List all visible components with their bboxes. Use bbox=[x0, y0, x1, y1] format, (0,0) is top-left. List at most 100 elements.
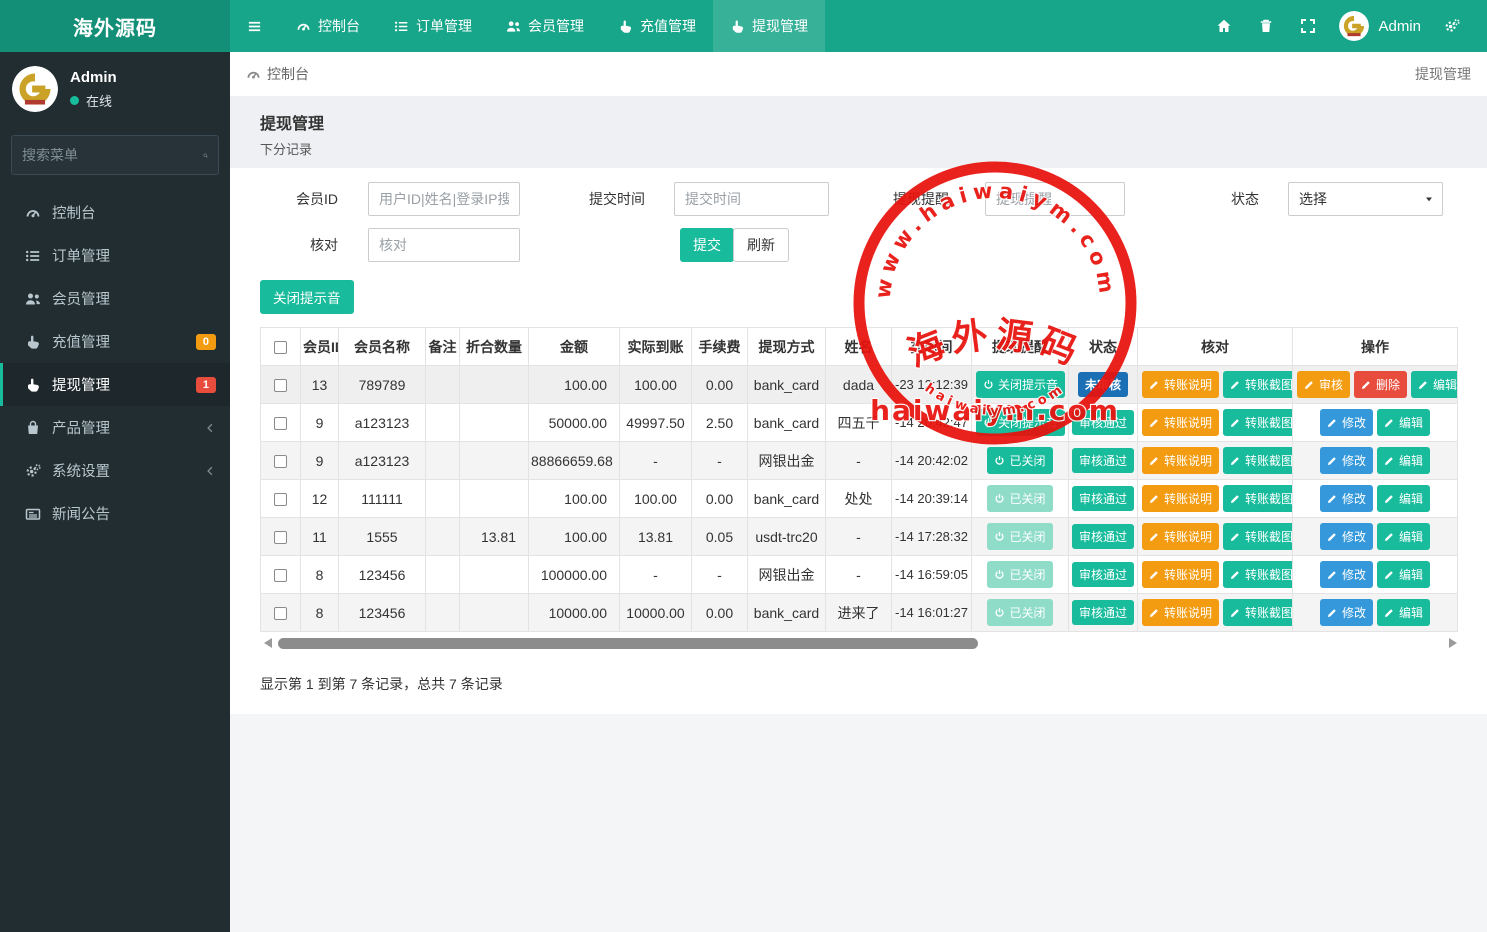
pencil-icon bbox=[1149, 493, 1160, 504]
col-remark: 备注 bbox=[425, 327, 460, 366]
status-select[interactable]: 选择 bbox=[1288, 182, 1443, 216]
audit-button[interactable]: 审核 bbox=[1297, 371, 1351, 398]
home-icon[interactable] bbox=[1216, 18, 1232, 34]
modify-button[interactable]: 修改 bbox=[1319, 561, 1373, 588]
transfer-screenshot-button[interactable]: 转账截图 bbox=[1223, 485, 1292, 512]
col-remind: 提现提醒 bbox=[971, 327, 1069, 366]
hand-icon bbox=[618, 19, 633, 34]
remind-button[interactable]: 已关闭 bbox=[987, 561, 1053, 588]
horizontal-scrollbar bbox=[260, 637, 1457, 650]
mute-sound-button[interactable]: 关闭提示音 bbox=[260, 280, 354, 314]
remind-button[interactable]: 关闭提示音 bbox=[976, 409, 1066, 436]
nav-item-dashboard[interactable]: 控制台 bbox=[279, 0, 377, 52]
sidebar-item-recharge[interactable]: 充值管理 0 bbox=[0, 320, 230, 363]
sidebar-item-withdraw[interactable]: 提现管理 1 bbox=[0, 363, 230, 406]
pencil-icon bbox=[1327, 417, 1338, 428]
power-icon bbox=[994, 569, 1005, 580]
hand-icon bbox=[25, 334, 41, 350]
transfer-note-button[interactable]: 转账说明 bbox=[1142, 447, 1220, 474]
member-id-input[interactable] bbox=[368, 182, 520, 216]
sidebar-item-orders[interactable]: 订单管理 bbox=[0, 234, 230, 277]
sidebar-toggle-button[interactable] bbox=[230, 0, 279, 52]
scroll-left-arrow[interactable] bbox=[264, 638, 272, 648]
modify-button[interactable]: 修改 bbox=[1319, 485, 1373, 512]
submit-time-input[interactable] bbox=[674, 182, 829, 216]
power-icon bbox=[994, 493, 1005, 504]
remind-button[interactable]: 已关闭 bbox=[987, 523, 1053, 550]
row-checkbox[interactable] bbox=[274, 531, 287, 545]
transfer-note-button[interactable]: 转账说明 bbox=[1142, 599, 1220, 626]
remind-button[interactable]: 已关闭 bbox=[987, 447, 1053, 474]
select-all-checkbox[interactable] bbox=[274, 341, 287, 355]
chevron-left-icon bbox=[204, 465, 216, 477]
transfer-note-button[interactable]: 转账说明 bbox=[1142, 523, 1220, 550]
scroll-right-arrow[interactable] bbox=[1449, 638, 1457, 648]
scrollbar-thumb[interactable] bbox=[278, 638, 978, 649]
transfer-note-button[interactable]: 转账说明 bbox=[1142, 371, 1220, 398]
row-checkbox[interactable] bbox=[274, 379, 287, 393]
sidebar-item-products[interactable]: 产品管理 bbox=[0, 406, 230, 449]
modify-button[interactable]: 修改 bbox=[1319, 599, 1373, 626]
gauge-icon bbox=[25, 205, 41, 221]
refresh-button[interactable]: 刷新 bbox=[733, 228, 789, 262]
trash-icon[interactable] bbox=[1258, 18, 1274, 34]
edit-button[interactable]: 编辑 bbox=[1411, 371, 1457, 398]
submit-button[interactable]: 提交 bbox=[680, 228, 734, 262]
pencil-icon bbox=[1361, 379, 1372, 390]
edit-button[interactable]: 编辑 bbox=[1377, 599, 1431, 626]
breadcrumb: 控制台 提现管理 bbox=[230, 52, 1487, 96]
transfer-screenshot-button[interactable]: 转账截图 bbox=[1223, 447, 1292, 474]
modify-button[interactable]: 修改 bbox=[1319, 447, 1373, 474]
edit-button[interactable]: 编辑 bbox=[1377, 409, 1431, 436]
transfer-screenshot-button[interactable]: 转账截图 bbox=[1223, 409, 1292, 436]
nav-item-members[interactable]: 会员管理 bbox=[489, 0, 601, 52]
nav-item-withdraw[interactable]: 提现管理 bbox=[713, 0, 825, 52]
sidebar-item-settings[interactable]: 系统设置 bbox=[0, 449, 230, 492]
sidebar-item-dashboard[interactable]: 控制台 bbox=[0, 191, 230, 234]
remind-button[interactable]: 关闭提示音 bbox=[976, 371, 1066, 398]
menu-search-input[interactable] bbox=[22, 147, 203, 163]
row-checkbox[interactable] bbox=[274, 607, 287, 621]
pencil-icon bbox=[1304, 379, 1315, 390]
modify-button[interactable]: 修改 bbox=[1319, 409, 1373, 436]
row-checkbox[interactable] bbox=[274, 455, 287, 469]
status-badge: 审核通过 bbox=[1071, 562, 1134, 587]
edit-button[interactable]: 编辑 bbox=[1377, 447, 1431, 474]
transfer-screenshot-button[interactable]: 转账截图 bbox=[1223, 599, 1292, 626]
row-checkbox[interactable] bbox=[274, 569, 287, 583]
edit-button[interactable]: 编辑 bbox=[1377, 523, 1431, 550]
modify-button[interactable]: 修改 bbox=[1319, 523, 1373, 550]
transfer-screenshot-button[interactable]: 转账截图 bbox=[1223, 371, 1292, 398]
pencil-icon bbox=[1149, 417, 1160, 428]
nav-item-recharge[interactable]: 充值管理 bbox=[601, 0, 713, 52]
delete-button[interactable]: 删除 bbox=[1354, 371, 1408, 398]
check-input[interactable] bbox=[368, 228, 520, 262]
sidebar-item-news[interactable]: 新闻公告 bbox=[0, 492, 230, 535]
search-icon[interactable] bbox=[203, 148, 208, 163]
pencil-icon bbox=[1327, 607, 1338, 618]
user-menu[interactable]: Admin bbox=[1339, 11, 1421, 41]
status-badge: 审核通过 bbox=[1071, 410, 1134, 435]
row-checkbox[interactable] bbox=[274, 417, 287, 431]
transfer-screenshot-button[interactable]: 转账截图 bbox=[1223, 523, 1292, 550]
fullscreen-icon[interactable] bbox=[1300, 18, 1316, 34]
remind-button[interactable]: 已关闭 bbox=[987, 485, 1053, 512]
nav-item-orders[interactable]: 订单管理 bbox=[377, 0, 489, 52]
row-checkbox[interactable] bbox=[274, 493, 287, 507]
transfer-screenshot-button[interactable]: 转账截图 bbox=[1223, 561, 1292, 588]
pencil-icon bbox=[1384, 417, 1395, 428]
sidebar-item-members[interactable]: 会员管理 bbox=[0, 277, 230, 320]
list-icon bbox=[394, 19, 409, 34]
pencil-icon bbox=[1149, 379, 1160, 390]
settings-gear-icon[interactable] bbox=[1444, 18, 1460, 34]
breadcrumb-dashboard[interactable]: 控制台 bbox=[246, 64, 309, 84]
edit-button[interactable]: 编辑 bbox=[1377, 485, 1431, 512]
transfer-note-button[interactable]: 转账说明 bbox=[1142, 561, 1220, 588]
transfer-note-button[interactable]: 转账说明 bbox=[1142, 409, 1220, 436]
remind-button[interactable]: 已关闭 bbox=[987, 599, 1053, 626]
withdraw-remind-input[interactable] bbox=[985, 182, 1125, 216]
table-row: 9 a123123 50000.00 49997.50 2.50 bank_card 四五千… bbox=[260, 403, 1458, 442]
bag-icon bbox=[25, 420, 41, 436]
edit-button[interactable]: 编辑 bbox=[1377, 561, 1431, 588]
transfer-note-button[interactable]: 转账说明 bbox=[1142, 485, 1220, 512]
